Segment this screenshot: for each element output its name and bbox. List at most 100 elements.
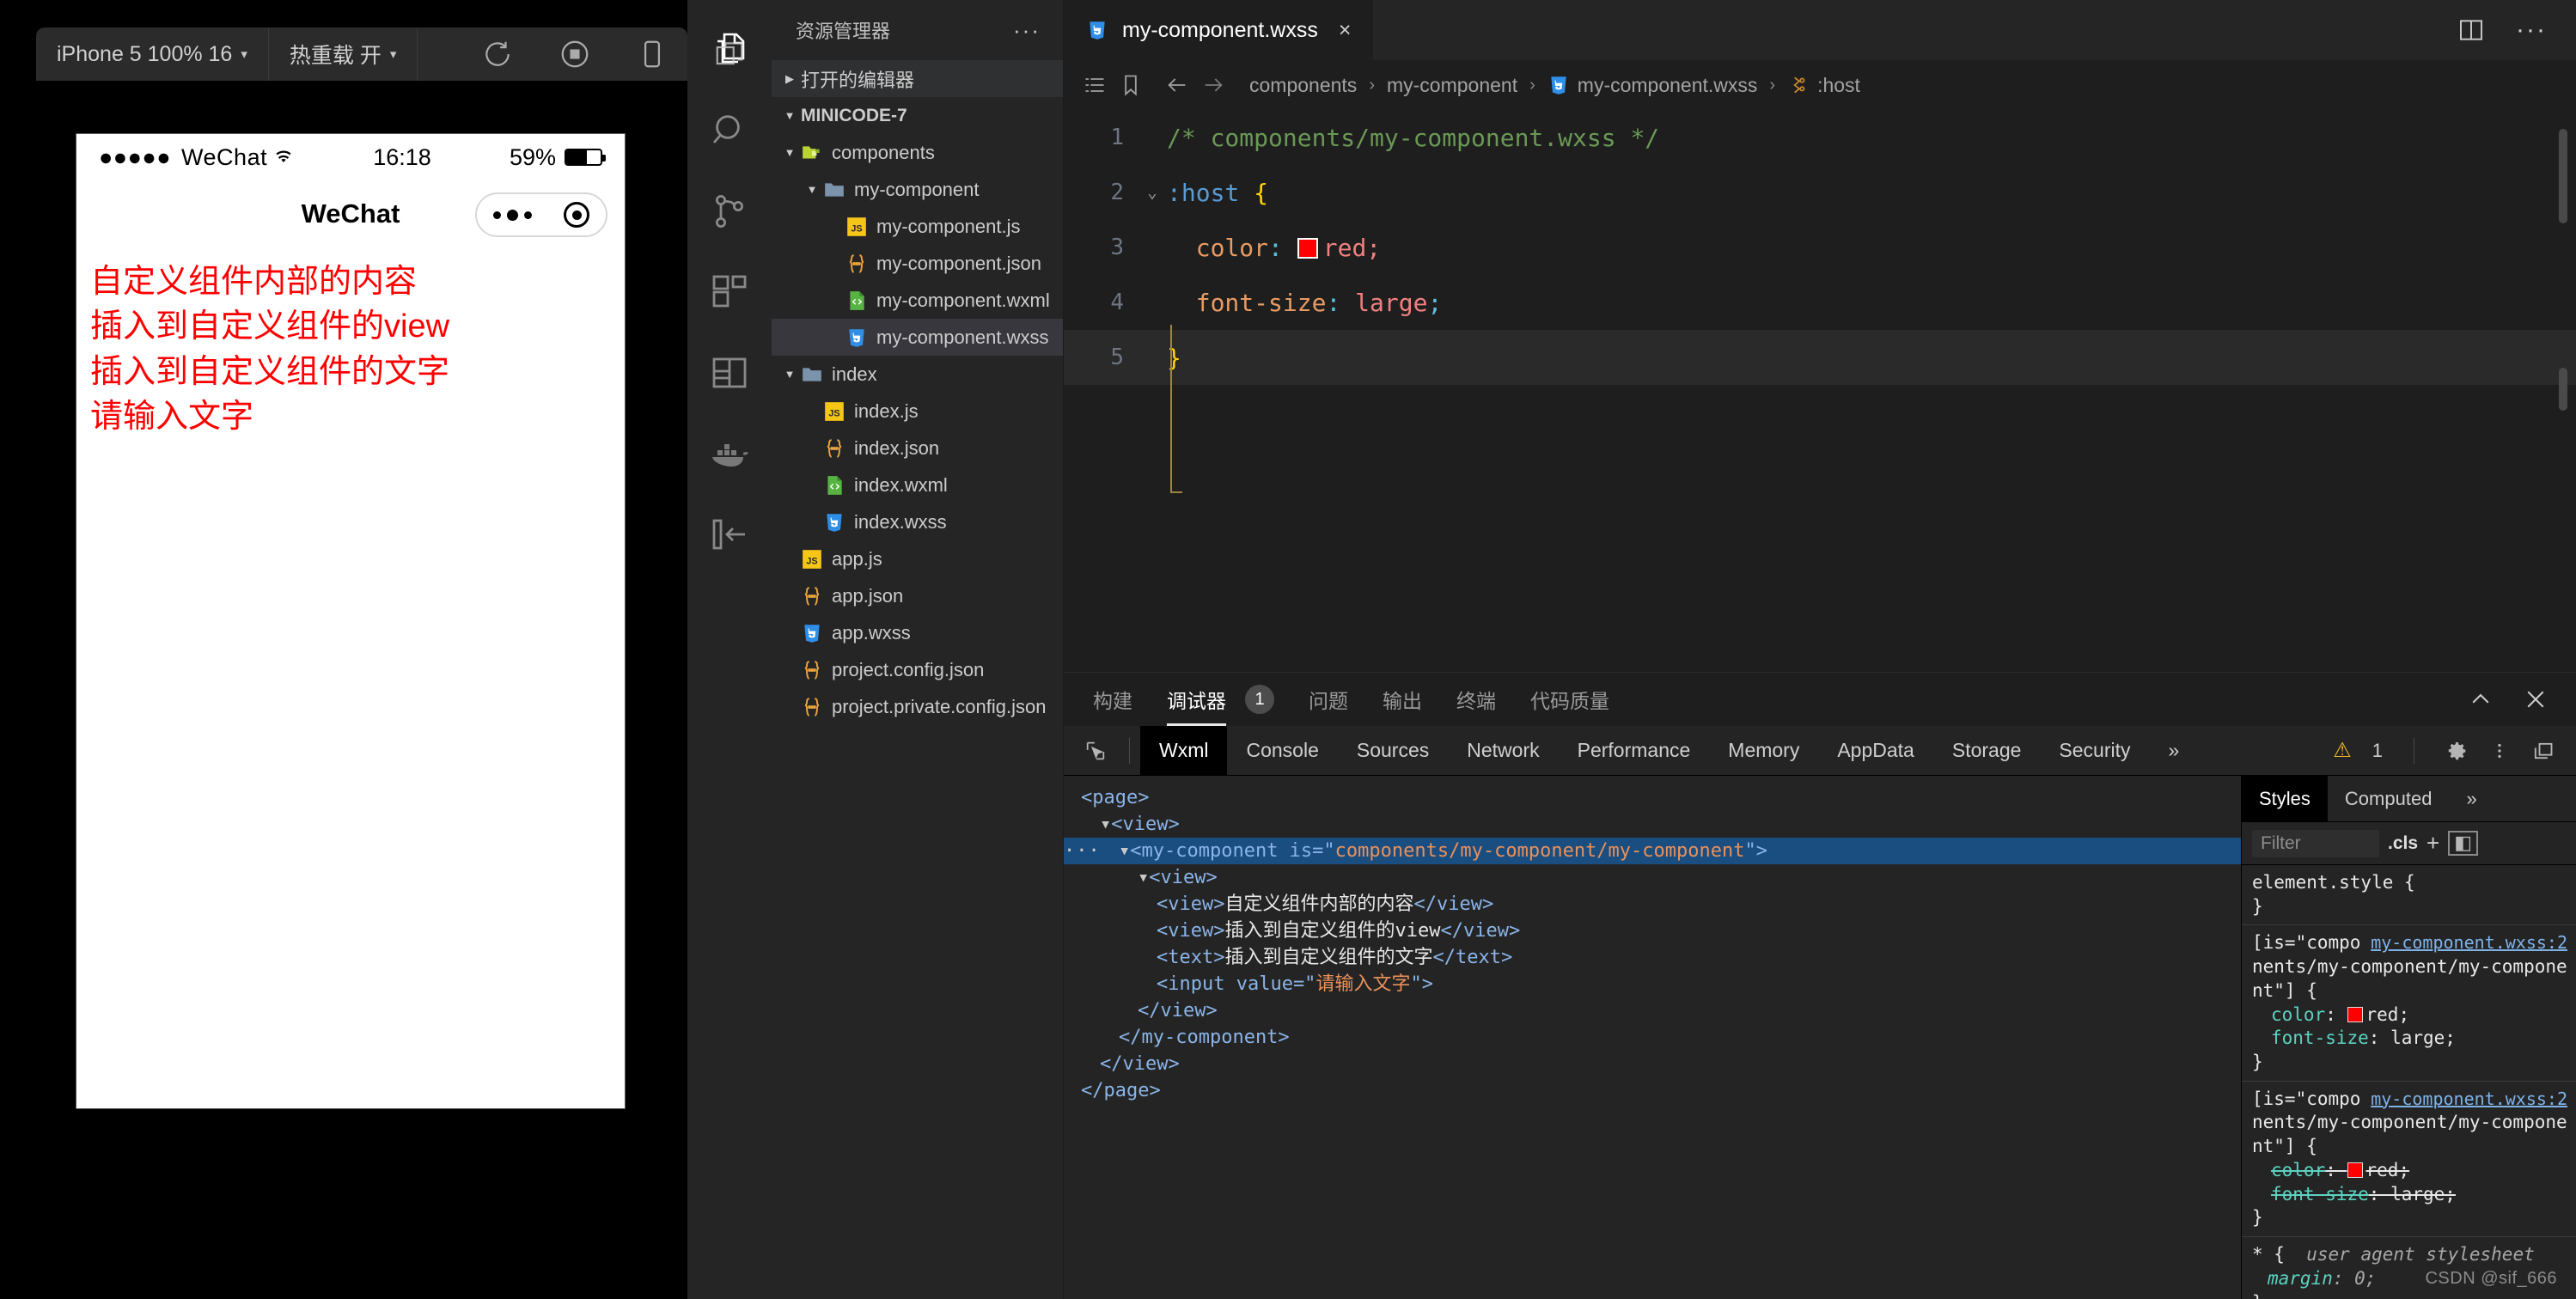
refresh-icon[interactable]: [481, 38, 514, 70]
wxml-node[interactable]: <view>插入到自定义组件的view</view>: [1064, 918, 2241, 944]
sidebar-item-my-component-js[interactable]: JS my-component.js: [772, 208, 1063, 245]
color-swatch[interactable]: [1297, 237, 1318, 259]
layout-icon[interactable]: [709, 352, 750, 393]
tab-build[interactable]: 构建: [1093, 673, 1132, 726]
color-swatch[interactable]: [2347, 1162, 2363, 1178]
style-source-link[interactable]: my-component.wxss:2: [2371, 931, 2567, 954]
code-line[interactable]: 2 ⌄:host {: [1064, 165, 2576, 220]
preview-input-value[interactable]: 请输入文字: [90, 394, 611, 439]
tab-problems[interactable]: 问题: [1309, 673, 1348, 726]
style-value[interactable]: : large;: [2369, 1028, 2456, 1048]
hot-reload-selector[interactable]: 热重载 开 ▾: [269, 27, 418, 81]
tab-code-quality[interactable]: 代码质量: [1530, 673, 1609, 726]
inspect-element-icon[interactable]: [1072, 739, 1119, 763]
sidebar-item-components[interactable]: ▼ components: [772, 134, 1063, 171]
style-value[interactable]: : 0;: [2333, 1268, 2377, 1289]
scrollbar-thumb[interactable]: [2559, 129, 2567, 223]
code-line[interactable]: 1 /* components/my-component.wxss */: [1064, 110, 2576, 165]
settings-gear-icon[interactable]: [2445, 739, 2469, 763]
more-dots-icon[interactable]: [492, 209, 532, 221]
sidebar-item-project-private-config-json[interactable]: project.private.config.json: [772, 688, 1063, 725]
device-icon[interactable]: [636, 38, 668, 70]
search-icon[interactable]: [709, 110, 750, 151]
sidebar-item-project-root[interactable]: ▼ MINICODE-7: [772, 97, 1063, 134]
tab-terminal[interactable]: 终端: [1456, 673, 1496, 726]
devtools-tab-network[interactable]: Network: [1448, 726, 1558, 776]
styles-filter-input[interactable]: Filter: [2252, 829, 2379, 857]
node-more-icon[interactable]: ···: [1064, 838, 1100, 864]
devtools-tab-memory[interactable]: Memory: [1709, 726, 1818, 776]
color-swatch[interactable]: [2347, 1006, 2363, 1022]
styles-overflow-icon[interactable]: »: [2449, 776, 2494, 822]
wxml-node[interactable]: </my-component>: [1064, 1024, 2241, 1051]
sidebar-item-app-json[interactable]: app.json: [772, 577, 1063, 614]
wxml-node[interactable]: </view>: [1064, 997, 2241, 1024]
style-source-link[interactable]: my-component.wxss:2: [2371, 1088, 2567, 1110]
add-rule-button[interactable]: +: [2426, 830, 2439, 857]
sidebar-item-index[interactable]: ▼ index: [772, 356, 1063, 393]
tab-output[interactable]: 输出: [1383, 673, 1422, 726]
style-value[interactable]: : large;: [2369, 1184, 2456, 1204]
sidebar-item-my-component[interactable]: ▼ my-component: [772, 171, 1063, 208]
breadcrumb-item-file[interactable]: my-component.wxss: [1547, 74, 1757, 97]
fold-chevron-icon[interactable]: ⌄: [1138, 183, 1167, 202]
style-property[interactable]: color: [2252, 1003, 2325, 1028]
code-line[interactable]: 3 color: red;: [1064, 220, 2576, 275]
wxml-node[interactable]: <page>: [1064, 784, 2241, 811]
cls-button[interactable]: .cls: [2388, 833, 2418, 854]
extensions-icon[interactable]: [709, 271, 750, 313]
disclosure-triangle-icon[interactable]: ▾: [1119, 840, 1130, 862]
chevron-up-icon[interactable]: [2468, 686, 2494, 712]
wxml-node[interactable]: ··· ▾<my-component is="components/my-comp…: [1064, 838, 2241, 864]
capsule-buttons[interactable]: [475, 192, 607, 237]
sidebar-item-app-js[interactable]: JS app.js: [772, 540, 1063, 577]
wxml-node[interactable]: <text>插入到自定义组件的文字</text>: [1064, 944, 2241, 971]
record-icon[interactable]: [559, 38, 591, 70]
collapse-panel-icon[interactable]: [709, 514, 750, 555]
sidebar-item-my-component-wxss[interactable]: my-component.wxss: [772, 319, 1063, 356]
devtools-tab-performance[interactable]: Performance: [1559, 726, 1710, 776]
close-icon[interactable]: ×: [1339, 18, 1352, 43]
style-rule[interactable]: my-component.wxss:2 [is="components/my-co…: [2242, 1082, 2576, 1238]
breadcrumb-item-components[interactable]: components: [1249, 74, 1357, 97]
wxml-node[interactable]: </view>: [1064, 1051, 2241, 1077]
docker-icon[interactable]: [709, 433, 750, 474]
style-property[interactable]: font-size: [2252, 1183, 2369, 1207]
devtools-tab-console[interactable]: Console: [1227, 726, 1337, 776]
style-rule[interactable]: my-component.wxss:2 [is="components/my-co…: [2242, 925, 2576, 1082]
style-value[interactable]: : red;: [2325, 1004, 2409, 1025]
wxml-node[interactable]: ▾<view>: [1064, 811, 2241, 838]
style-rule[interactable]: element.style {}: [2242, 865, 2576, 926]
devtools-tab-sources[interactable]: Sources: [1338, 726, 1448, 776]
breadcrumb-item-symbol[interactable]: :host: [1787, 74, 1860, 97]
sidebar-item-open-editors[interactable]: ▶ 打开的编辑器: [772, 60, 1063, 97]
outline-icon[interactable]: [1083, 73, 1107, 97]
sidebar-item-index-wxss[interactable]: index.wxss: [772, 503, 1063, 540]
tab-my-component-wxss[interactable]: my-component.wxss ×: [1064, 0, 1375, 60]
devtools-overflow-icon[interactable]: »: [2150, 726, 2199, 776]
style-property[interactable]: margin: [2252, 1267, 2333, 1291]
devtools-tab-storage[interactable]: Storage: [1933, 726, 2041, 776]
back-arrow-icon[interactable]: [1165, 73, 1189, 97]
more-actions-icon[interactable]: ···: [2516, 15, 2547, 45]
style-property[interactable]: font-size: [2252, 1027, 2369, 1051]
wxml-node[interactable]: <input value="请输入文字">: [1064, 971, 2241, 997]
code-editor[interactable]: 1 /* components/my-component.wxss */ 2 ⌄:ho…: [1064, 110, 2576, 672]
sidebar-item-index-wxml[interactable]: index.wxml: [772, 467, 1063, 503]
sidebar-item-app-wxss[interactable]: app.wxss: [772, 614, 1063, 651]
tab-debugger[interactable]: 调试器: [1167, 673, 1226, 726]
breadcrumb-item-my-component[interactable]: my-component: [1387, 74, 1517, 97]
explorer-more-icon[interactable]: ···: [1013, 17, 1041, 44]
sidebar-toggle-icon[interactable]: ◧: [2448, 831, 2479, 856]
sidebar-item-my-component-wxml[interactable]: my-component.wxml: [772, 282, 1063, 319]
sidebar-item-my-component-json[interactable]: my-component.json: [772, 245, 1063, 282]
sidebar-item-index-js[interactable]: JS index.js: [772, 393, 1063, 430]
target-icon[interactable]: [564, 202, 590, 228]
split-editor-icon[interactable]: [2457, 16, 2485, 44]
devtools-tab-appdata[interactable]: AppData: [1818, 726, 1933, 776]
wxml-tree-pane[interactable]: <page> ▾<view> ··· ▾<my-component is="compo…: [1064, 776, 2241, 1299]
style-property[interactable]: color: [2252, 1159, 2325, 1183]
code-line[interactable]: 5}: [1064, 330, 2576, 385]
devtools-tab-wxml[interactable]: Wxml: [1140, 725, 1228, 776]
wxml-node[interactable]: <view>自定义组件内部的内容</view>: [1064, 891, 2241, 918]
